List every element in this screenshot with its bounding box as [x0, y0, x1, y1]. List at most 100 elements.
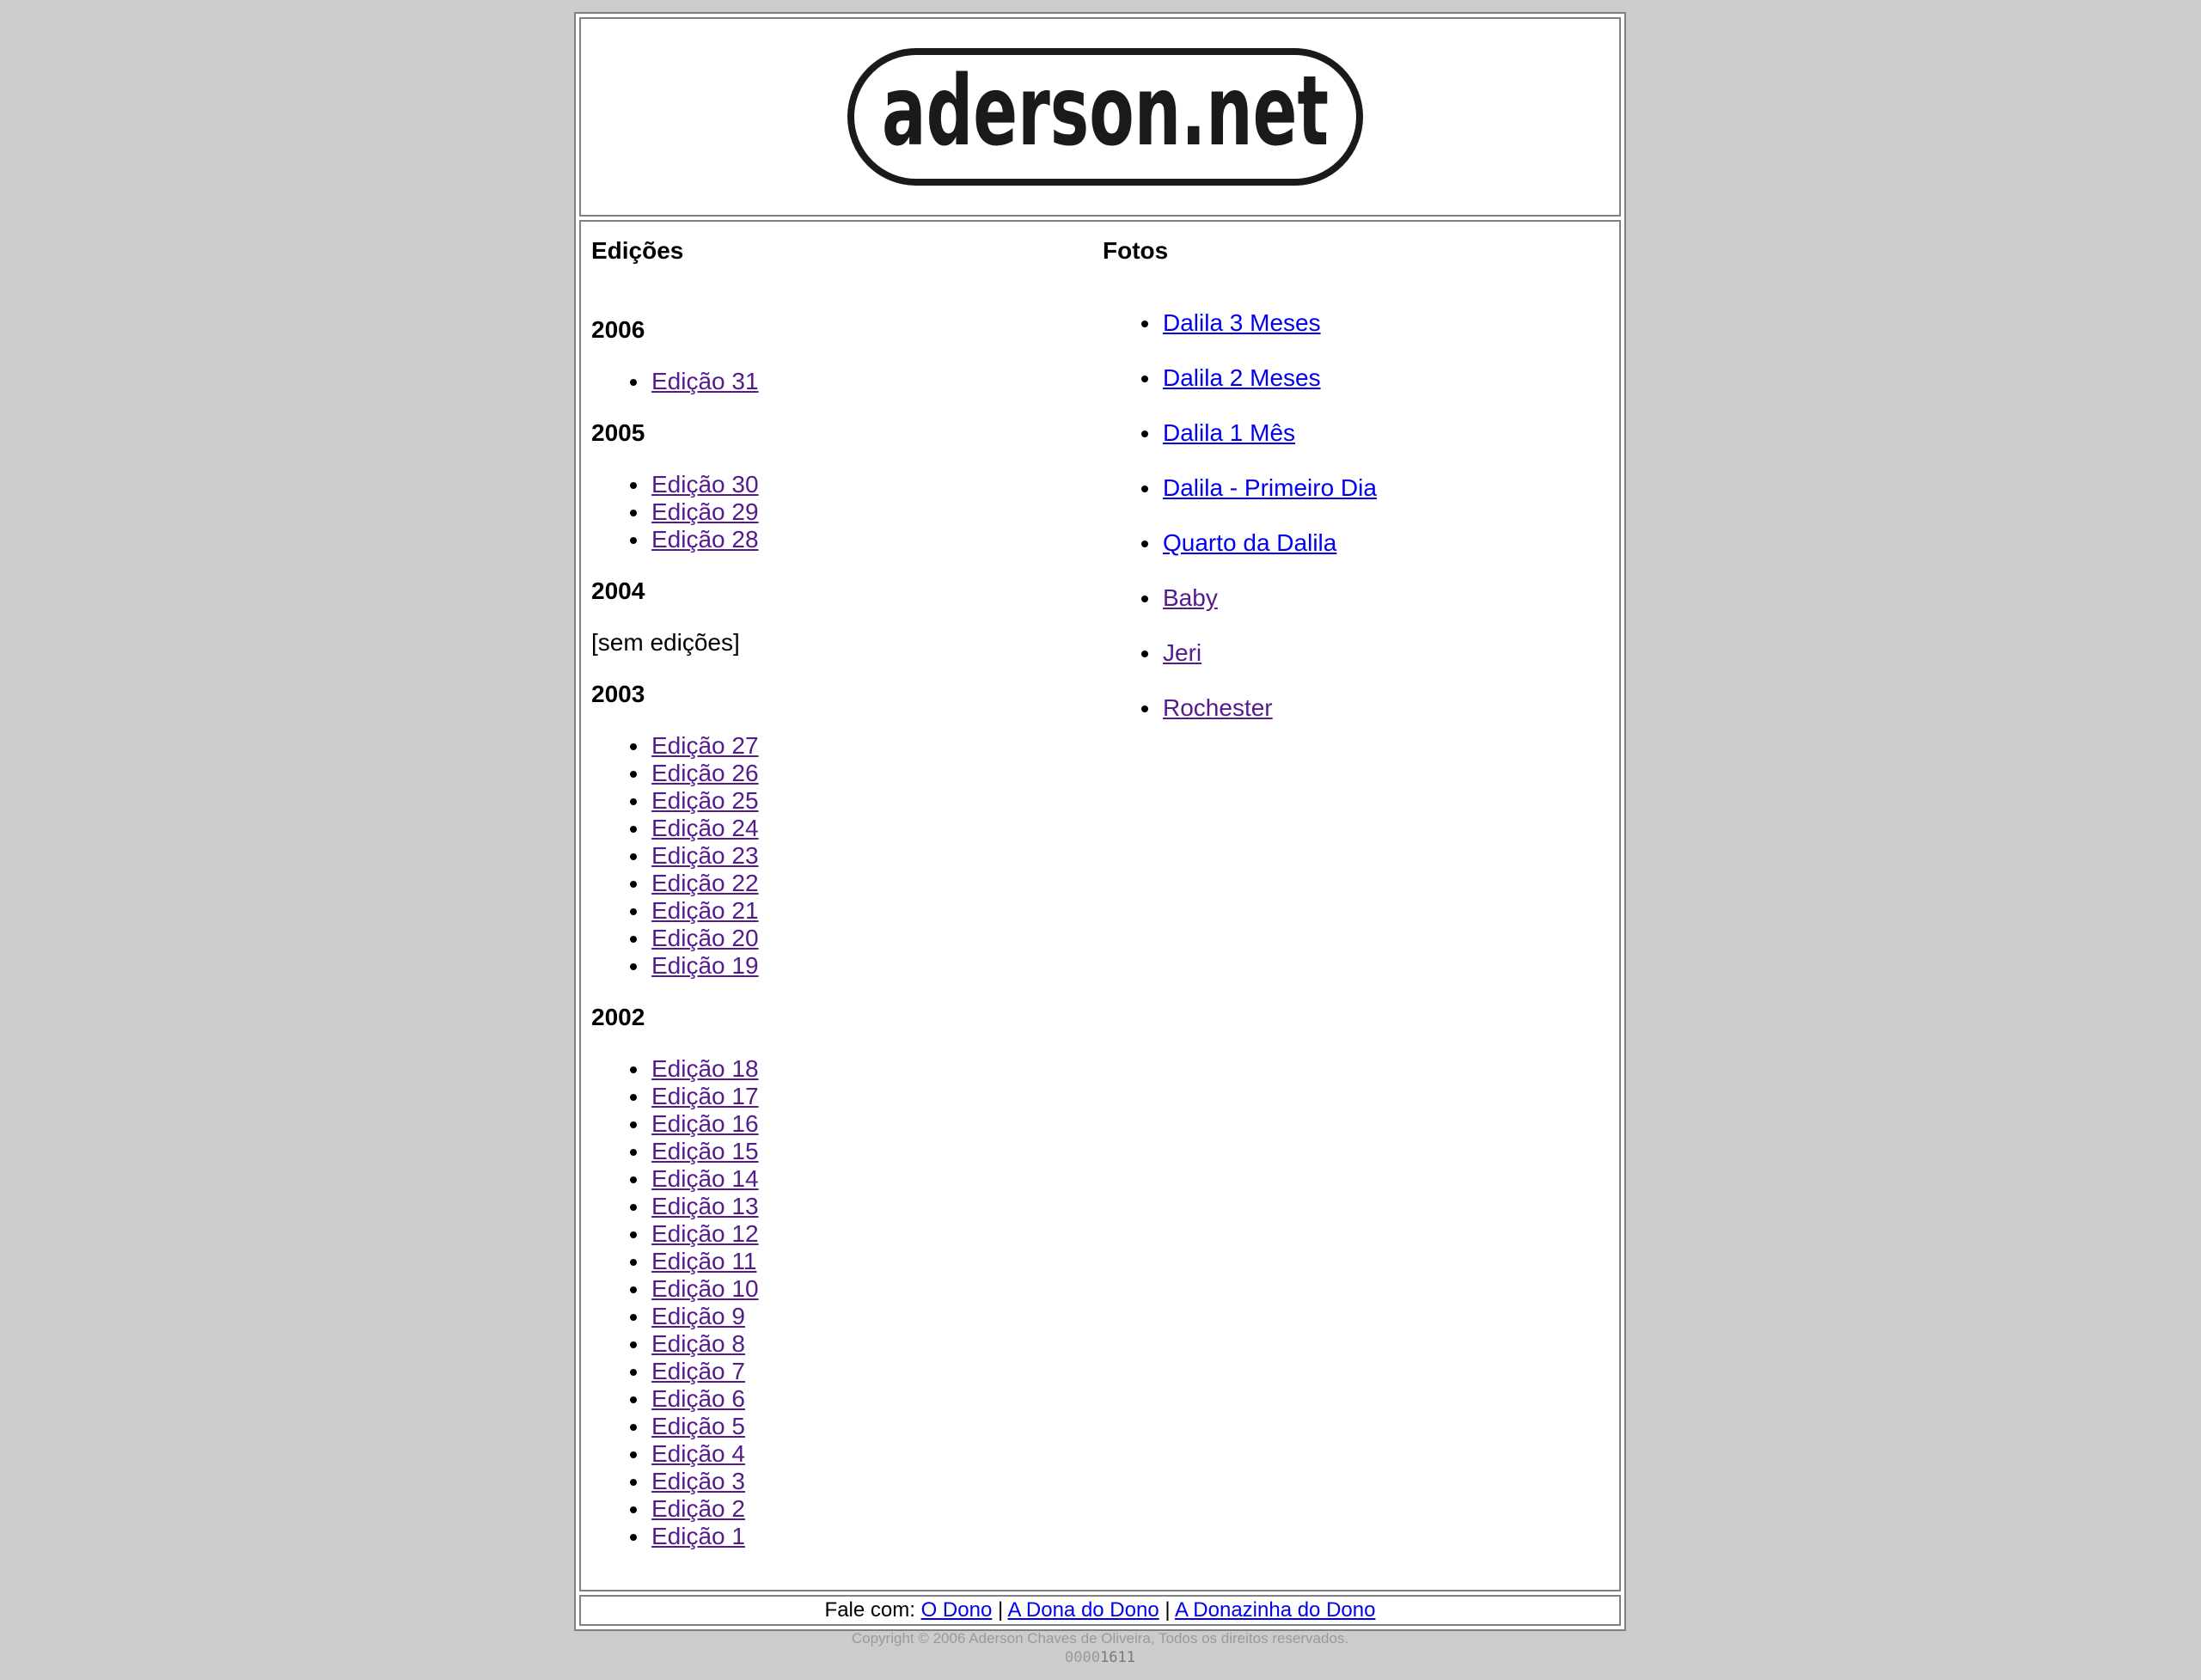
list-item: Edição 11 — [591, 1248, 1073, 1275]
edition-link[interactable]: Edição 16 — [651, 1110, 759, 1137]
foto-link[interactable]: Dalila 1 Mês — [1163, 419, 1295, 446]
contact-line: Fale com: O Dono | A Dona do Dono | A Do… — [581, 1597, 1619, 1624]
list-item: Quarto da Dalila — [1103, 529, 1377, 584]
foto-link[interactable]: Quarto da Dalila — [1163, 529, 1336, 556]
edition-link[interactable]: Edição 9 — [651, 1303, 745, 1329]
contact-link-a-donazinha-do-dono[interactable]: A Donazinha do Dono — [1175, 1598, 1376, 1622]
list-item: Edição 8 — [591, 1330, 1073, 1358]
list-item: Baby — [1103, 584, 1377, 639]
page-container: aderson.net Edições Fotos 2006 Edição 31 2… — [574, 12, 1626, 1631]
list-item: Edição 18 — [591, 1055, 1073, 1083]
counter-padding: 0000 — [1065, 1649, 1100, 1666]
list-item: Edição 28 — [591, 526, 1073, 553]
list-item: Edição 1 — [591, 1523, 1073, 1550]
edition-link[interactable]: Edição 15 — [651, 1138, 759, 1164]
contact-link-o-dono[interactable]: O Dono — [921, 1598, 993, 1622]
edition-link[interactable]: Edição 3 — [651, 1468, 745, 1494]
edition-link[interactable]: Edição 14 — [651, 1165, 759, 1192]
edition-link[interactable]: Edição 22 — [651, 870, 759, 896]
list-item: Edição 2 — [591, 1495, 1073, 1523]
separator: | — [1165, 1598, 1171, 1622]
list-item: Edição 27 — [591, 732, 1073, 760]
list-item: Edição 15 — [591, 1138, 1073, 1165]
edition-link[interactable]: Edição 24 — [651, 815, 759, 841]
edition-link[interactable]: Edição 28 — [651, 526, 759, 553]
edition-link[interactable]: Edição 31 — [651, 368, 759, 394]
logo-text: aderson.net — [882, 56, 1329, 168]
no-editions-text: [sem edições] — [591, 629, 740, 656]
foto-link[interactable]: Rochester — [1163, 694, 1273, 721]
foto-link[interactable]: Dalila 2 Meses — [1163, 364, 1321, 391]
list-item: Edição 20 — [591, 925, 1073, 952]
list-item: Edição 10 — [591, 1275, 1073, 1303]
editions-heading: Edições — [591, 237, 684, 264]
contact-prefix: Fale com: — [824, 1598, 915, 1622]
foto-link[interactable]: Jeri — [1163, 639, 1201, 666]
list-item: Edição 6 — [591, 1385, 1073, 1413]
edition-link[interactable]: Edição 21 — [651, 897, 759, 924]
list-item: Edição 26 — [591, 760, 1073, 787]
foto-link[interactable]: Dalila 3 Meses — [1163, 309, 1321, 336]
edition-link[interactable]: Edição 26 — [651, 760, 759, 786]
list-item: Edição 19 — [591, 952, 1073, 980]
edition-link[interactable]: Edição 30 — [651, 471, 759, 498]
list-item: Edição 29 — [591, 498, 1073, 526]
edition-link[interactable]: Edição 25 — [651, 787, 759, 814]
list-item: Edição 31 — [591, 368, 1073, 395]
year-heading-2006: 2006 — [591, 316, 645, 343]
list-item: Dalila 2 Meses — [1103, 364, 1377, 419]
edition-link[interactable]: Edição 19 — [651, 952, 759, 979]
edition-link[interactable]: Edição 11 — [651, 1248, 756, 1274]
list-item: Dalila - Primeiro Dia — [1103, 474, 1377, 529]
main-content: Edições Fotos 2006 Edição 31 2005 Edição 30… — [579, 220, 1621, 1591]
edition-list-2005: Edição 30 Edição 29 Edição 28 — [591, 471, 1073, 553]
foto-link[interactable]: Baby — [1163, 584, 1218, 611]
edition-link[interactable]: Edição 17 — [651, 1083, 759, 1109]
list-item: Edição 30 — [591, 471, 1073, 498]
list-item: Edição 25 — [591, 787, 1073, 815]
list-item: Edição 7 — [591, 1358, 1073, 1385]
list-item: Edição 9 — [591, 1303, 1073, 1330]
list-item: Dalila 3 Meses — [1103, 309, 1377, 364]
list-item: Edição 21 — [591, 897, 1073, 925]
edition-link[interactable]: Edição 18 — [651, 1055, 759, 1082]
list-item: Edição 12 — [591, 1220, 1073, 1248]
foto-link[interactable]: Dalila - Primeiro Dia — [1163, 474, 1377, 501]
fotos-heading: Fotos — [1103, 237, 1169, 264]
list-item: Edição 5 — [591, 1413, 1073, 1440]
list-item: Edição 16 — [591, 1110, 1073, 1138]
edition-link[interactable]: Edição 13 — [651, 1193, 759, 1219]
edition-link[interactable]: Edição 4 — [651, 1440, 745, 1467]
edition-link[interactable]: Edição 20 — [651, 925, 759, 951]
edition-link[interactable]: Edição 7 — [651, 1358, 745, 1384]
contact-link-a-dona-do-dono[interactable]: A Dona do Dono — [1008, 1598, 1159, 1622]
separator: | — [997, 1598, 1004, 1622]
list-item: Edição 22 — [591, 870, 1073, 897]
edition-list-2002: Edição 18 Edição 17 Edição 16 Edição 15 Ediç… — [591, 1055, 1073, 1550]
list-item: Edição 23 — [591, 842, 1073, 870]
year-heading-2005: 2005 — [591, 419, 645, 446]
fotos-list: Dalila 3 Meses Dalila 2 Meses Dalila 1 Mês… — [1103, 309, 1377, 749]
edition-link[interactable]: Edição 27 — [651, 732, 759, 759]
list-item: Edição 13 — [591, 1193, 1073, 1220]
edition-link[interactable]: Edição 6 — [651, 1385, 745, 1412]
list-item: Jeri — [1103, 639, 1377, 694]
edition-link[interactable]: Edição 10 — [651, 1275, 759, 1302]
edition-list-2006: Edição 31 — [591, 368, 1073, 395]
edition-link[interactable]: Edição 2 — [651, 1495, 745, 1522]
year-heading-2003: 2003 — [591, 681, 645, 707]
edition-link[interactable]: Edição 5 — [651, 1413, 745, 1439]
list-item: Edição 24 — [591, 815, 1073, 842]
site-logo: aderson.net — [847, 48, 1363, 186]
list-item: Edição 4 — [591, 1440, 1073, 1468]
footer: Fale com: O Dono | A Dona do Dono | A Do… — [579, 1595, 1621, 1626]
edition-link[interactable]: Edição 23 — [651, 842, 759, 869]
edition-link[interactable]: Edição 12 — [651, 1220, 759, 1247]
edition-link[interactable]: Edição 8 — [651, 1330, 745, 1357]
list-item: Edição 17 — [591, 1083, 1073, 1110]
edition-link[interactable]: Edição 29 — [651, 498, 759, 525]
edition-link[interactable]: Edição 1 — [651, 1523, 745, 1549]
list-item: Dalila 1 Mês — [1103, 419, 1377, 474]
year-heading-2002: 2002 — [591, 1004, 645, 1030]
copyright-notice: Copyright © 2006 Aderson Chaves de Olive… — [851, 1630, 1349, 1646]
